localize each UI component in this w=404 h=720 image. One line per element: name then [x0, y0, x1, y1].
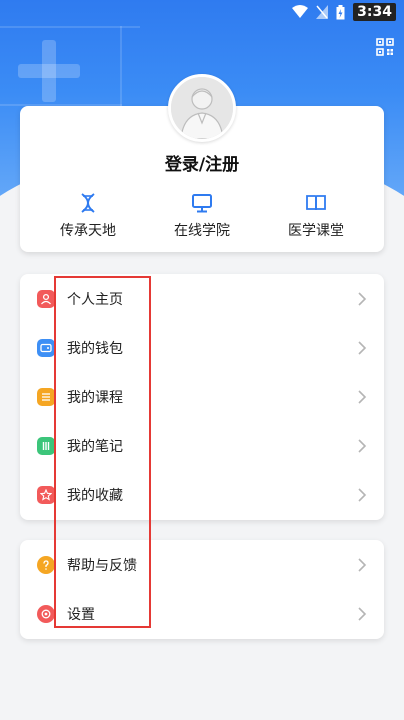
menu-item-courses[interactable]: 我的课程 — [20, 372, 384, 421]
help-icon — [37, 555, 55, 574]
menu-item-label: 帮助与反馈 — [67, 557, 137, 574]
dna-icon — [81, 193, 95, 213]
chevron-right-icon — [358, 341, 367, 355]
no-signal-icon — [316, 5, 329, 19]
status-time: 3:34 — [353, 3, 396, 21]
menu-card-main: 个人主页 我的钱包 我的课程 我的笔记 我的收藏 — [20, 274, 384, 520]
quick-link-medical-class[interactable]: 医学课堂 — [266, 192, 366, 240]
quick-link-label: 传承天地 — [60, 223, 116, 239]
quick-link-online-academy[interactable]: 在线学院 — [152, 192, 252, 240]
menu-item-notes[interactable]: 我的笔记 — [20, 421, 384, 470]
notes-icon — [37, 436, 55, 455]
decor-plus-horizontal — [18, 64, 80, 78]
chevron-right-icon — [358, 488, 367, 502]
login-register-link[interactable]: 登录/注册 — [20, 150, 384, 175]
menu-item-label: 我的收藏 — [67, 487, 123, 504]
menu-item-profile[interactable]: 个人主页 — [20, 274, 384, 323]
menu-item-label: 设置 — [67, 606, 95, 623]
wallet-icon — [37, 338, 55, 357]
avatar[interactable] — [168, 74, 236, 142]
decor-line — [120, 26, 122, 106]
chevron-right-icon — [358, 607, 367, 621]
chevron-right-icon — [358, 390, 367, 404]
user-icon — [37, 289, 55, 308]
book-icon — [306, 195, 326, 211]
qr-code-icon[interactable] — [376, 38, 394, 56]
wifi-icon — [292, 5, 309, 18]
menu-item-label: 我的钱包 — [67, 340, 123, 357]
status-bar: 3:34 — [0, 0, 404, 24]
menu-item-settings[interactable]: 设置 — [20, 589, 384, 638]
menu-item-help-feedback[interactable]: 帮助与反馈 — [20, 540, 384, 589]
star-icon — [37, 485, 55, 504]
decor-line — [0, 26, 140, 28]
quick-link-heritage[interactable]: 传承天地 — [38, 192, 138, 240]
course-icon — [37, 387, 55, 406]
chevron-right-icon — [358, 292, 367, 306]
settings-icon — [37, 604, 55, 623]
menu-item-label: 我的课程 — [67, 389, 123, 406]
menu-item-label: 个人主页 — [67, 291, 123, 308]
menu-card-secondary: 帮助与反馈 设置 — [20, 540, 384, 639]
menu-item-label: 我的笔记 — [67, 438, 123, 455]
default-avatar-icon — [171, 77, 233, 139]
chevron-right-icon — [358, 558, 367, 572]
menu-item-wallet[interactable]: 我的钱包 — [20, 323, 384, 372]
quick-link-label: 医学课堂 — [288, 223, 344, 239]
menu-item-favorites[interactable]: 我的收藏 — [20, 470, 384, 519]
monitor-icon — [192, 194, 212, 213]
battery-icon — [336, 4, 345, 19]
chevron-right-icon — [358, 439, 367, 453]
quick-link-label: 在线学院 — [174, 223, 230, 239]
